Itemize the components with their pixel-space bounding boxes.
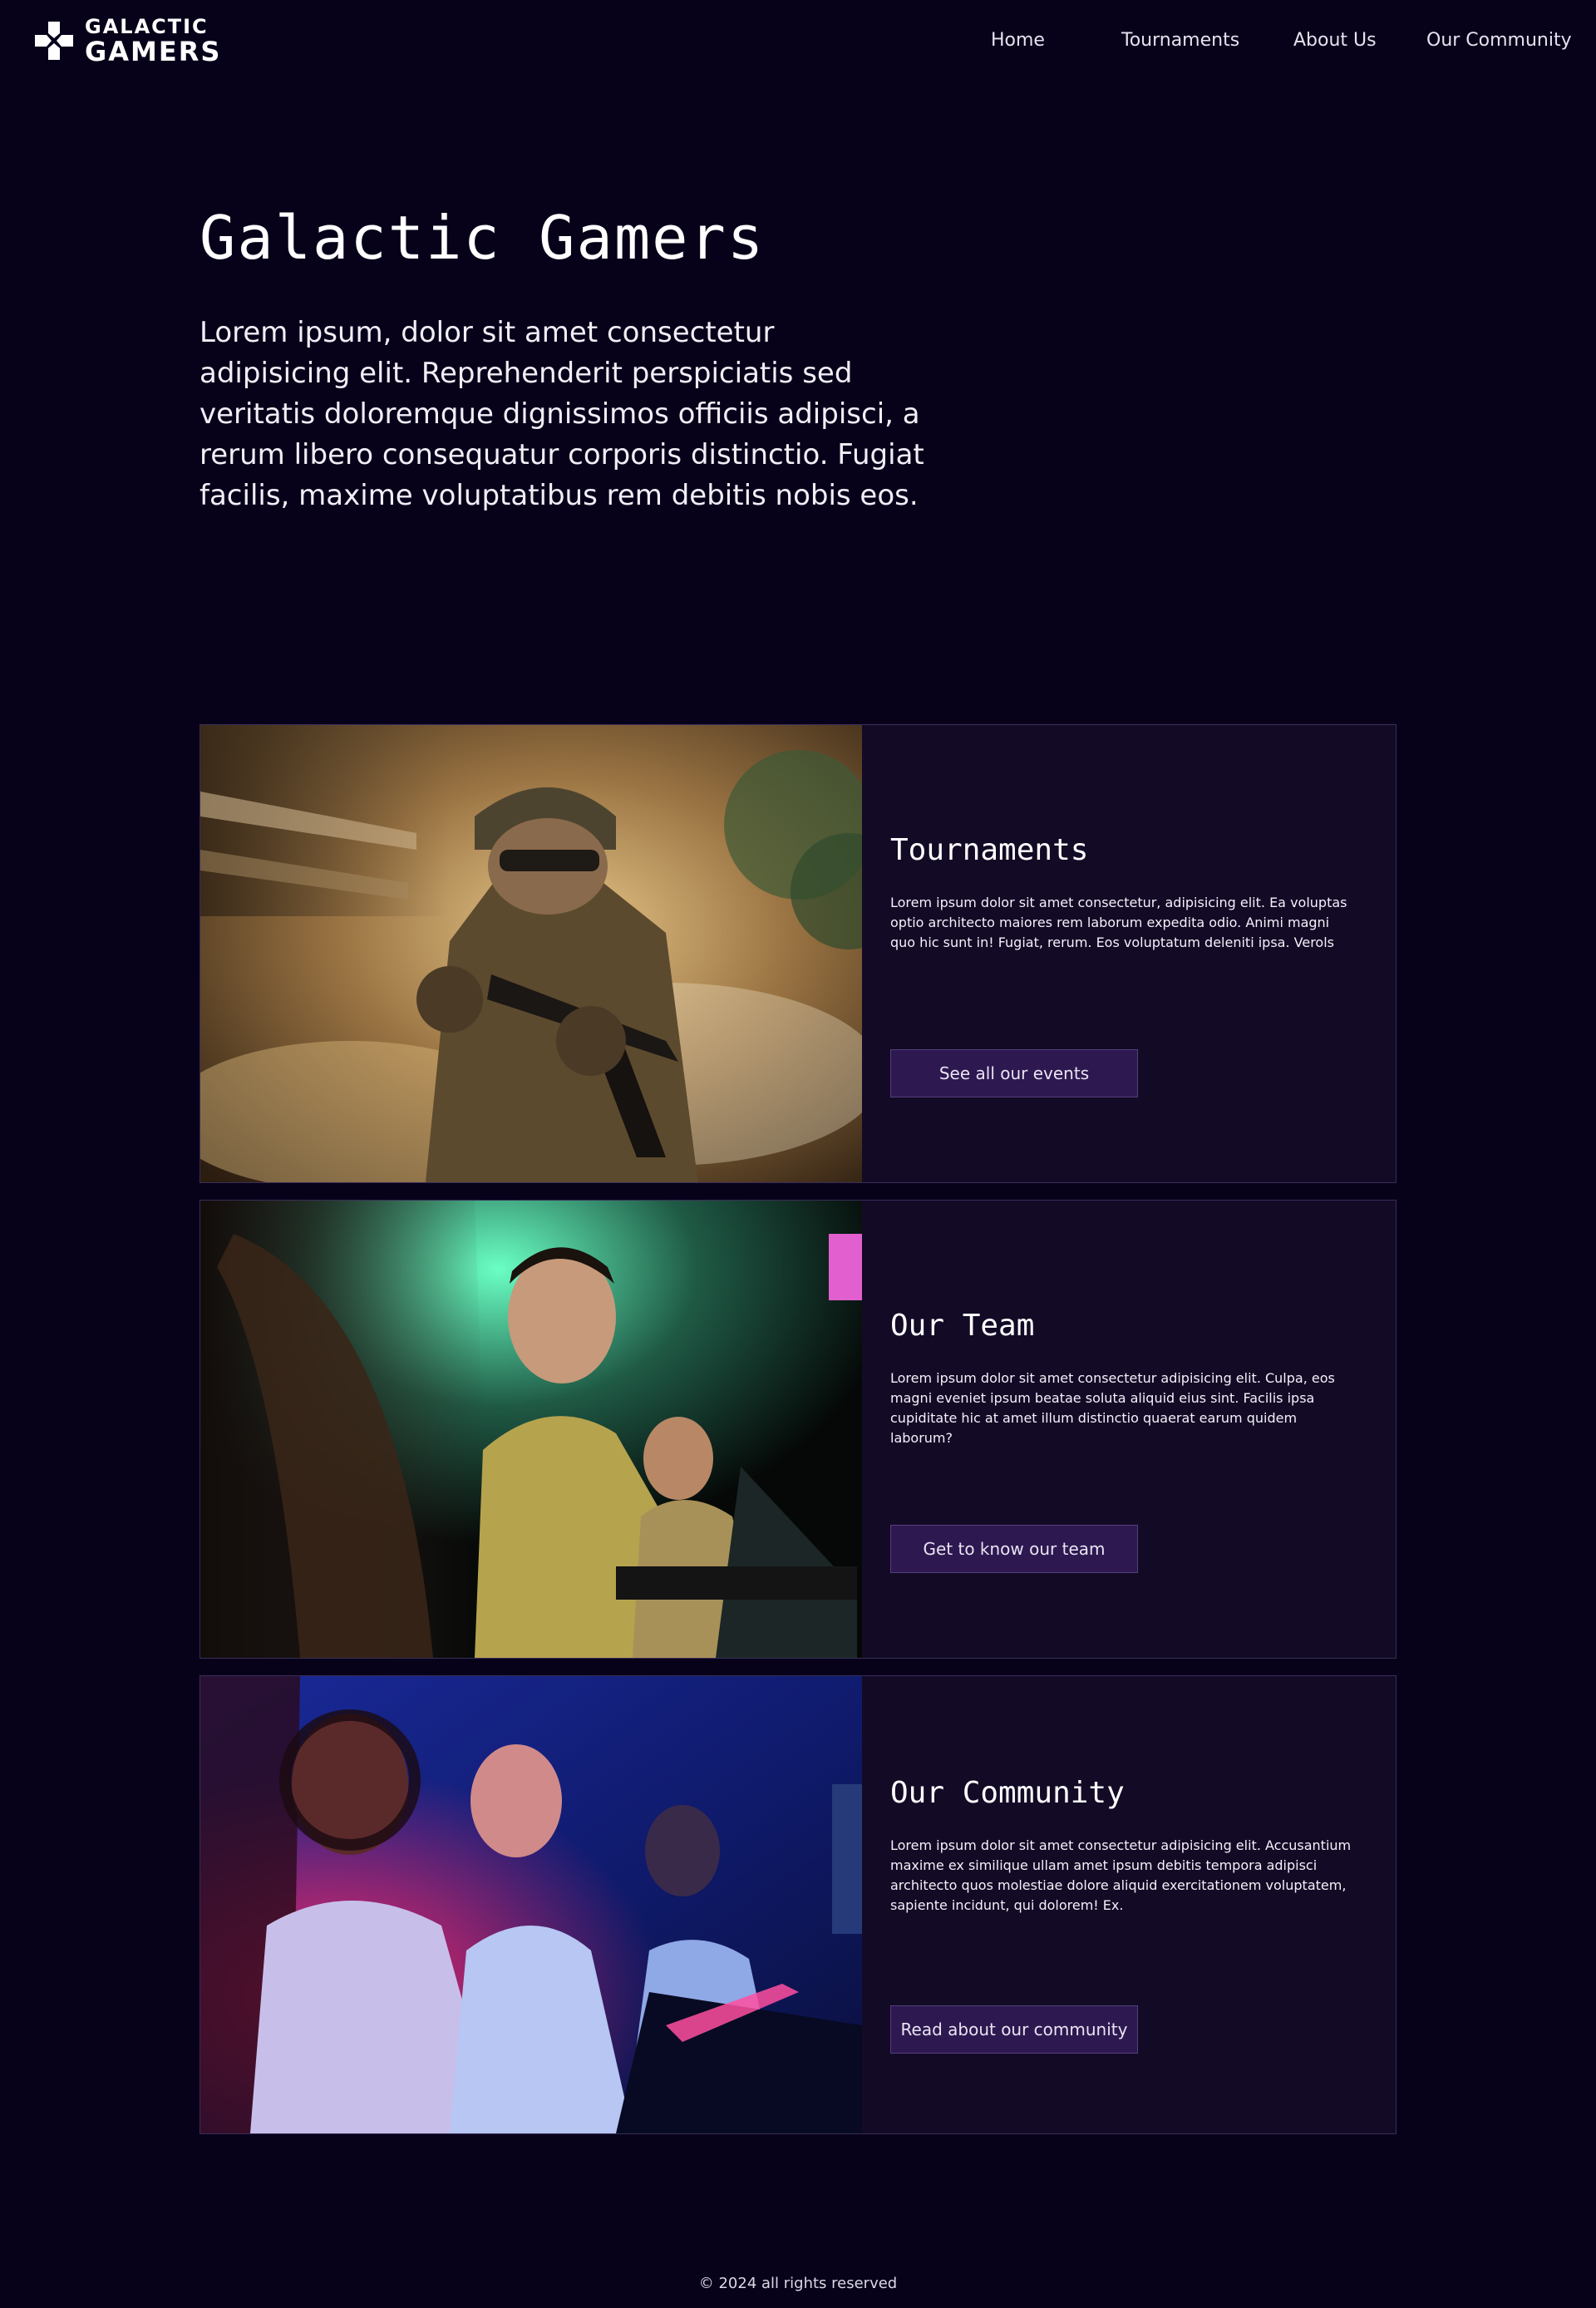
tournaments-title: Tournaments bbox=[890, 833, 1089, 867]
tournaments-image bbox=[200, 725, 862, 1182]
nav-tournaments[interactable]: Tournaments bbox=[1121, 30, 1239, 51]
brand-logo[interactable]: GALACTIC GAMERS bbox=[35, 17, 221, 65]
our-community-title: Our Community bbox=[890, 1776, 1125, 1810]
tournaments-text: Lorem ipsum dolor sit amet consectetur, … bbox=[890, 895, 1347, 950]
our-community-card: Our Community Lorem ipsum dolor sit amet… bbox=[200, 1675, 1396, 2134]
nav-home[interactable]: Home bbox=[991, 30, 1045, 51]
hero-title: Galactic Gamers bbox=[200, 203, 766, 273]
read-community-button[interactable]: Read about our community bbox=[890, 2005, 1138, 2054]
our-team-title: Our Team bbox=[890, 1309, 1035, 1343]
see-events-button[interactable]: See all our events bbox=[890, 1049, 1138, 1097]
nav-our-community[interactable]: Our Community bbox=[1426, 30, 1572, 51]
nav-about-us[interactable]: About Us bbox=[1293, 30, 1377, 51]
our-community-image bbox=[200, 1676, 862, 2133]
our-team-text: Lorem ipsum dolor sit amet consectetur a… bbox=[890, 1370, 1335, 1446]
brand-name: GALACTIC GAMERS bbox=[85, 17, 221, 65]
brand-line-2: GAMERS bbox=[85, 36, 222, 67]
know-team-button[interactable]: Get to know our team bbox=[890, 1525, 1138, 1573]
our-community-text: Lorem ipsum dolor sit amet consectetur a… bbox=[890, 1837, 1352, 1913]
our-team-image bbox=[200, 1201, 862, 1658]
tournaments-card: Tournaments Lorem ipsum dolor sit amet c… bbox=[200, 724, 1396, 1183]
gamepad-cross-icon bbox=[35, 22, 73, 60]
site-header: GALACTIC GAMERS Home Tournaments About U… bbox=[0, 0, 1596, 83]
hero-description: Lorem ipsum, dolor sit amet consectetur … bbox=[200, 316, 924, 512]
our-team-card: Our Team Lorem ipsum dolor sit amet cons… bbox=[200, 1200, 1396, 1659]
footer-copyright: © 2024 all rights reserved bbox=[698, 2275, 898, 2292]
brand-line-1: GALACTIC bbox=[85, 15, 209, 38]
